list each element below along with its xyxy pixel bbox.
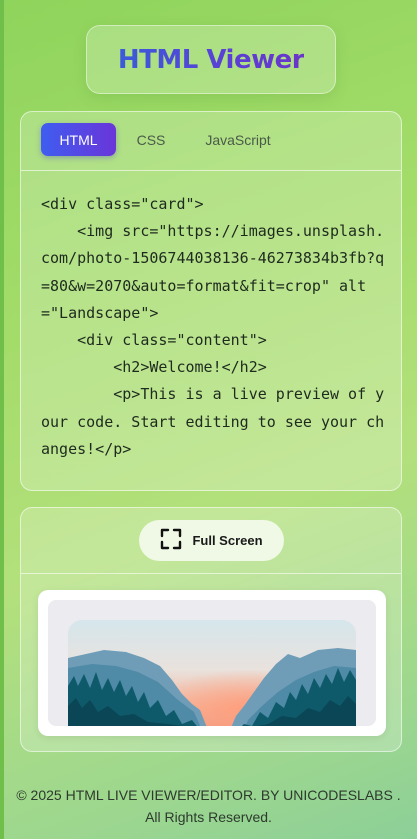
app-title: HTML Viewer [117,44,305,75]
tab-css[interactable]: CSS [131,123,171,156]
preview-toolbar: Full Screen [21,508,401,574]
fullscreen-button[interactable]: Full Screen [139,520,284,561]
page-edge [0,0,4,839]
expand-icon [160,528,182,554]
landscape-image [68,620,356,726]
tab-javascript[interactable]: JavaScript [199,123,277,156]
preview-frame [38,590,386,736]
app-header: HTML Viewer [86,25,336,94]
code-editor-panel: HTML CSS JavaScript <div class="card"> <… [20,111,402,491]
fullscreen-label: Full Screen [192,533,263,548]
footer-copyright: © 2025 HTML LIVE VIEWER/EDITOR. BY UNICO… [16,787,401,825]
tab-html[interactable]: HTML [41,123,116,156]
preview-viewport[interactable] [48,600,376,726]
language-tabs: HTML CSS JavaScript [21,112,401,171]
code-editor[interactable]: <div class="card"> <img src="https://ima… [41,191,386,463]
preview-panel: Full Screen [20,507,402,752]
